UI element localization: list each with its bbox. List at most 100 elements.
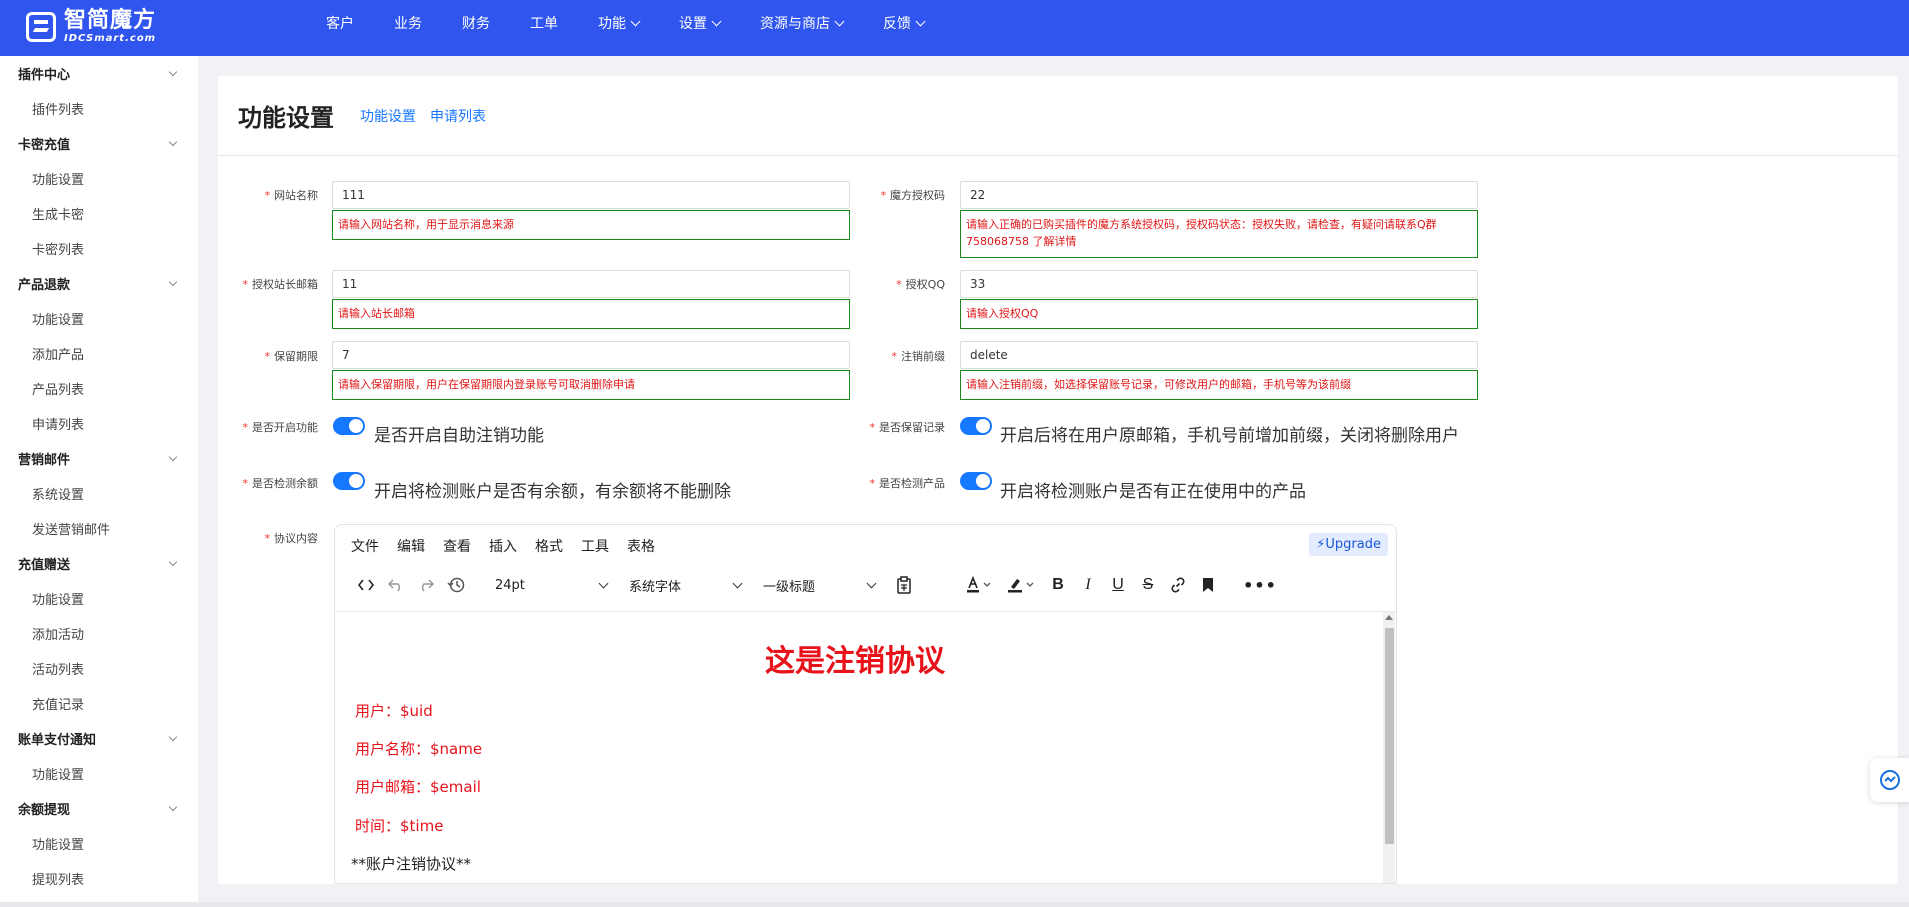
sidebar-item-notice-settings[interactable]: 功能设置 (0, 756, 198, 791)
editor-scrollbar[interactable] (1383, 612, 1395, 883)
sidebar-item-card-settings[interactable]: 功能设置 (0, 161, 198, 196)
sidebar-group-label: 产品退款 (18, 278, 71, 293)
sidebar-group-bill-payment-notice[interactable]: 账单支付通知 (0, 721, 198, 756)
sidebar-item-generate-cards[interactable]: 生成卡密 (0, 196, 198, 231)
check-balance-toggle[interactable] (333, 472, 365, 490)
more-options-icon[interactable]: ••• (1243, 570, 1276, 600)
site-name-hint: 请输入网站名称，用于显示消息来源 (332, 210, 850, 240)
nav-resources-store[interactable]: 资源与商店 (740, 13, 863, 33)
highlight-color-icon[interactable] (999, 570, 1043, 600)
sidebar-group-balance-withdraw[interactable]: 余额提现 (0, 791, 198, 826)
sidebar-item-card-list[interactable]: 卡密列表 (0, 231, 198, 266)
sidebar-item-refund-settings[interactable]: 功能设置 (0, 301, 198, 336)
sidebar-group-product-refund[interactable]: 产品退款 (0, 266, 198, 301)
enable-feature-toggle[interactable] (333, 417, 365, 435)
agreement-footer-line: **账户注销协议** (351, 855, 472, 873)
editor-content[interactable]: 这是注销协议 用户：$uid 用户名称：$name 用户邮箱：$email 时间… (335, 611, 1396, 883)
nav-finance[interactable]: 财务 (442, 13, 510, 33)
tab-feature-settings[interactable]: 功能设置 (360, 106, 416, 126)
nav-label: 客户 (326, 16, 354, 32)
text-color-icon[interactable] (959, 570, 999, 600)
sidebar-item-plugin-list[interactable]: 插件列表 (0, 91, 198, 126)
top-navbar: 智简魔方 IDCSmart.com 客户 业务 财务 工单 功能 设置 资源与商… (0, 0, 1909, 56)
cancel-prefix-label: * 注销前缀 (891, 350, 946, 363)
menu-edit[interactable]: 编辑 (397, 536, 425, 556)
cancel-prefix-input[interactable]: delete (960, 341, 1478, 369)
menu-table[interactable]: 表格 (627, 536, 655, 556)
brand-name: 智简魔方 (64, 8, 157, 33)
license-qq-input[interactable]: 33 (960, 270, 1478, 298)
sidebar-group-plugin-center[interactable]: 插件中心 (0, 56, 198, 91)
sidebar-item-product-list[interactable]: 产品列表 (0, 371, 198, 406)
menu-view[interactable]: 查看 (443, 536, 471, 556)
license-code-hint: 请输入正确的已购买插件的魔方系统授权码，授权码状态：授权失败，请检查，有疑问请联… (960, 210, 1478, 258)
check-product-text: 开启将检测账户是否有正在使用中的产品 (1000, 482, 1306, 502)
undo-icon[interactable] (381, 570, 411, 600)
sidebar-item-system-settings[interactable]: 系统设置 (0, 476, 198, 511)
agreement-heading: 这是注销协议 (765, 644, 945, 679)
scrollbar-thumb[interactable] (1385, 628, 1394, 844)
font-size-select[interactable]: 24pt (487, 571, 615, 599)
sidebar-group-card-recharge[interactable]: 卡密充值 (0, 126, 198, 161)
check-product-label: * 是否检测产品 (869, 477, 946, 490)
tab-application-list[interactable]: 申请列表 (430, 106, 486, 126)
underline-icon[interactable]: U (1103, 570, 1133, 600)
menu-tools[interactable]: 工具 (581, 536, 609, 556)
chevron-down-icon (168, 557, 178, 566)
nav-features[interactable]: 功能 (578, 13, 659, 33)
page-title: 功能设置 (238, 104, 334, 132)
sidebar-item-refund-applications[interactable]: 申请列表 (0, 406, 198, 441)
nav-tickets[interactable]: 工单 (510, 13, 578, 33)
nav-customers[interactable]: 客户 (306, 13, 374, 33)
admin-email-input[interactable]: 11 (332, 270, 850, 298)
floating-help-button[interactable] (1870, 758, 1909, 802)
menu-insert[interactable]: 插入 (489, 536, 517, 556)
license-code-input[interactable]: 22 (960, 181, 1478, 209)
sidebar-item-withdraw-list[interactable]: 提现列表 (0, 861, 198, 896)
chevron-down-icon (168, 137, 178, 146)
sidebar-item-withdraw-settings[interactable]: 功能设置 (0, 826, 198, 861)
retention-period-input[interactable]: 7 (332, 341, 850, 369)
block-format-select[interactable]: 一级标题 (755, 571, 883, 599)
sidebar-group-recharge-bonus[interactable]: 充值赠送 (0, 546, 198, 581)
rich-text-editor: 文件 编辑 查看 插入 格式 工具 表格 ⚡Upgrade 24pt 系统字体 (334, 524, 1397, 884)
block-format-value: 一级标题 (763, 579, 816, 595)
history-icon[interactable] (441, 570, 471, 600)
nav-settings[interactable]: 设置 (659, 13, 740, 33)
bold-icon[interactable]: B (1043, 570, 1073, 600)
chevron-down-icon (630, 16, 641, 26)
sidebar-item-add-activity[interactable]: 添加活动 (0, 616, 198, 651)
chevron-down-icon (168, 452, 178, 461)
site-name-input[interactable]: 111 (332, 181, 850, 209)
agreement-line-name: 用户名称：$name (355, 740, 483, 758)
admin-email-hint: 请输入站长邮箱 (332, 299, 850, 329)
upgrade-button[interactable]: ⚡Upgrade (1309, 533, 1388, 556)
bookmark-icon[interactable] (1193, 570, 1223, 600)
brand-domain: IDCSmart.com (64, 33, 157, 44)
sidebar-item-bonus-settings[interactable]: 功能设置 (0, 581, 198, 616)
enable-feature-label: * 是否开启功能 (242, 421, 319, 434)
redo-icon[interactable] (411, 570, 441, 600)
agreement-line-email: 用户邮箱：$email (355, 778, 481, 796)
sidebar-item-add-product[interactable]: 添加产品 (0, 336, 198, 371)
sidebar-item-send-marketing-email[interactable]: 发送营销邮件 (0, 511, 198, 546)
chevron-down-icon (732, 578, 743, 588)
font-family-select[interactable]: 系统字体 (621, 571, 749, 599)
italic-icon[interactable]: I (1073, 570, 1103, 600)
strikethrough-icon[interactable]: S (1133, 570, 1163, 600)
brand-logo[interactable]: 智简魔方 IDCSmart.com (26, 9, 156, 45)
source-code-icon[interactable] (351, 570, 381, 600)
sidebar-item-recharge-records[interactable]: 充值记录 (0, 686, 198, 721)
chevron-down-icon (168, 67, 178, 76)
sidebar-group-marketing-email[interactable]: 营销邮件 (0, 441, 198, 476)
link-icon[interactable] (1163, 570, 1193, 600)
sidebar-item-activity-list[interactable]: 活动列表 (0, 651, 198, 686)
paste-text-icon[interactable] (889, 570, 919, 600)
nav-feedback[interactable]: 反馈 (863, 13, 944, 33)
nav-business[interactable]: 业务 (374, 13, 442, 33)
scroll-up-arrow-icon[interactable] (1385, 615, 1393, 620)
menu-format[interactable]: 格式 (535, 536, 563, 556)
keep-record-toggle[interactable] (960, 417, 992, 435)
check-product-toggle[interactable] (960, 472, 992, 490)
menu-file[interactable]: 文件 (351, 536, 379, 556)
